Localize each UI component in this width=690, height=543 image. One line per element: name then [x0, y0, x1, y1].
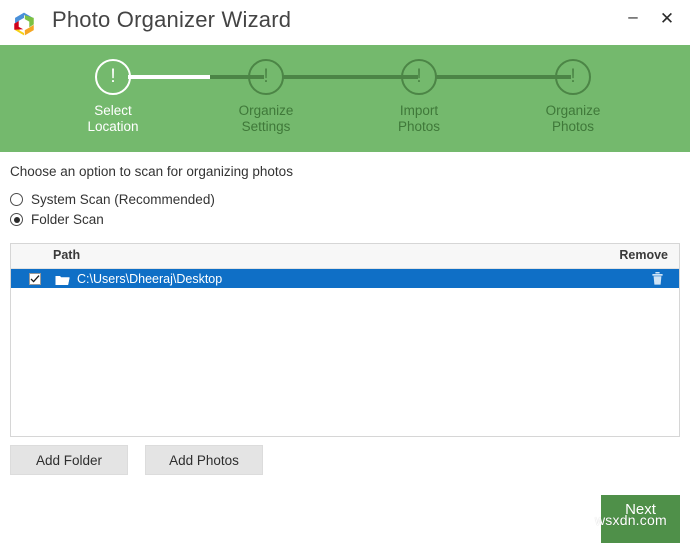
- path-table: Path Remove C:\Users\Dheeraj\Desktop: [10, 243, 680, 437]
- step-label-line2: Photos: [508, 119, 638, 135]
- step-label-line2: Settings: [201, 119, 331, 135]
- step-label: Organize Settings: [201, 103, 331, 135]
- step-connector-2: [282, 75, 418, 79]
- table-header: Path Remove: [11, 244, 679, 269]
- table-row[interactable]: C:\Users\Dheeraj\Desktop: [11, 269, 679, 288]
- wizard-stepper: ! Select Location ! Organize Settings ! …: [0, 45, 690, 152]
- step-label-line2: Location: [48, 119, 178, 135]
- page-title: Photo Organizer Wizard: [52, 7, 291, 33]
- exclamation-icon: !: [263, 67, 268, 87]
- radio-label-system-scan: System Scan (Recommended): [31, 192, 215, 207]
- step-organize-settings[interactable]: ! Organize Settings: [201, 59, 331, 135]
- step-label-line1: Organize: [508, 103, 638, 119]
- step-label-line2: Photos: [354, 119, 484, 135]
- exclamation-icon: !: [110, 67, 115, 87]
- step-import-photos[interactable]: ! Import Photos: [354, 59, 484, 135]
- radio-label-folder-scan: Folder Scan: [31, 212, 104, 227]
- step-marker-icon: !: [555, 59, 591, 95]
- row-checkbox[interactable]: [29, 273, 41, 285]
- step-label: Select Location: [48, 103, 178, 135]
- trash-icon[interactable]: [652, 272, 663, 285]
- close-icon[interactable]: ✕: [650, 2, 684, 34]
- step-label-line1: Select: [48, 103, 178, 119]
- column-header-path: Path: [53, 248, 80, 262]
- step-marker-icon: !: [401, 59, 437, 95]
- row-path-text: C:\Users\Dheeraj\Desktop: [77, 272, 222, 286]
- radio-icon-unselected[interactable]: [10, 193, 23, 206]
- exclamation-icon: !: [570, 67, 575, 87]
- step-label-line1: Import: [354, 103, 484, 119]
- add-photos-button[interactable]: Add Photos: [145, 445, 263, 475]
- title-bar: Photo Organizer Wizard – ✕: [0, 0, 690, 45]
- folder-icon: [55, 273, 70, 285]
- minimize-icon[interactable]: –: [616, 0, 650, 36]
- step-connector-1: [128, 75, 264, 79]
- step-organize-photos[interactable]: ! Organize Photos: [508, 59, 638, 135]
- step-select-location[interactable]: ! Select Location: [48, 59, 178, 135]
- watermark-text: wsxdn.com: [595, 512, 667, 528]
- step-marker-icon: !: [248, 59, 284, 95]
- exclamation-icon: !: [416, 67, 421, 87]
- step-connector-3: [435, 75, 571, 79]
- hexagon-swirl-logo-icon: [11, 11, 37, 37]
- window-controls: – ✕: [616, 0, 690, 36]
- step-label-line1: Organize: [201, 103, 331, 119]
- radio-option-system-scan[interactable]: System Scan (Recommended): [10, 192, 215, 207]
- column-header-remove: Remove: [619, 248, 668, 262]
- radio-icon-selected[interactable]: [10, 213, 23, 226]
- scan-option-prompt: Choose an option to scan for organizing …: [10, 164, 293, 179]
- radio-option-folder-scan[interactable]: Folder Scan: [10, 212, 104, 227]
- step-label: Import Photos: [354, 103, 484, 135]
- step-label: Organize Photos: [508, 103, 638, 135]
- add-folder-button[interactable]: Add Folder: [10, 445, 128, 475]
- step-marker-icon: !: [95, 59, 131, 95]
